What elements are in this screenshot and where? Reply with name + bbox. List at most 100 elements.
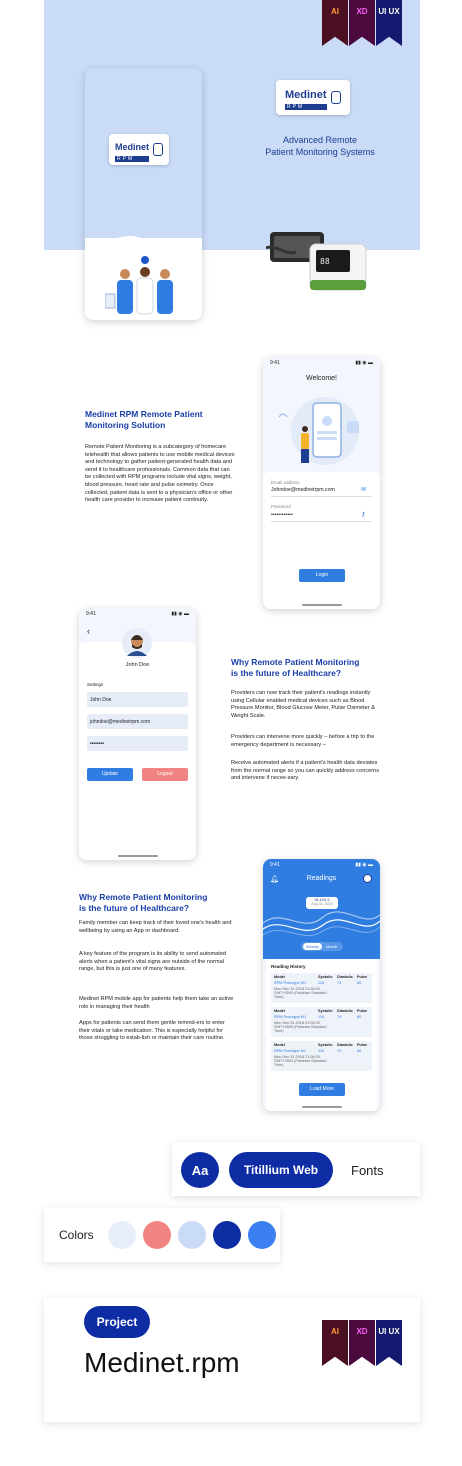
status-bar: 9:41 ▮▮ ◉ ▬ [263, 357, 380, 369]
tab-month[interactable]: Month [326, 944, 337, 949]
section3-heading: Why Remote Patient Monitoring is the fut… [79, 892, 249, 914]
table-row[interactable]: Model Systolic Diastolic Pulse RPM Proto… [271, 1007, 372, 1037]
splash-screen-phone: Medinet RPM [85, 68, 202, 320]
status-time: 9:41 [86, 611, 96, 617]
fonts-label: Fonts [351, 1163, 384, 1178]
col-diastolic: Diastolic [337, 1009, 353, 1013]
email-field[interactable]: Johndoe@medinetrpm.com [271, 487, 335, 493]
section2-heading-l2: is the future of Healthcare? [231, 668, 342, 678]
update-button[interactable]: Update [87, 768, 133, 781]
status-icons: ▮▮ ◉ ▬ [171, 611, 189, 617]
section3-p3: Medinet RPM mobile app for patients help… [79, 996, 234, 1010]
swatch-navy [213, 1221, 241, 1249]
profile-screen-phone: 9:41 ▮▮ ◉ ▬ ‹ John Doe Settings John Doe… [79, 608, 196, 860]
font-name-pill: Titillium Web [229, 1152, 333, 1188]
logo-name: Medinet [115, 142, 150, 152]
row-date: Mon Dec 31 2018 21:08:00 GMT+0500 (Pakis… [274, 987, 327, 999]
status-icons: ▮▮ ◉ ▬ [355, 360, 373, 366]
section1-heading: Medinet RPM Remote Patient Monitoring So… [85, 409, 245, 431]
row-model: RPM Prototype M1 [274, 981, 307, 985]
home-indicator [301, 604, 342, 606]
hero-logo: Medinet RPM [276, 80, 350, 115]
section3-p2: A key feature of the program is its abil… [79, 951, 227, 973]
email-icon: ✉ [361, 487, 367, 493]
col-pulse: Pulse [357, 1043, 368, 1047]
ribbon-xd: XD [349, 0, 375, 46]
login-form: Email address Johndoe@medinetrpm.com ✉ P… [263, 472, 380, 609]
ribbon-xd: XD [349, 1320, 375, 1366]
tool-ribbons-bottom: AI XD UI UX [322, 1320, 402, 1366]
swatch-light [108, 1221, 136, 1249]
col-model: Model [274, 975, 285, 979]
settings-label: Settings [87, 682, 104, 687]
back-button[interactable]: ‹ [87, 626, 90, 636]
col-diastolic: Diastolic [337, 1043, 353, 1047]
hero-title-line2: Patient Monitoring Systems [265, 147, 375, 157]
section2-p2: Providers can intervene more quickly – b… [231, 734, 375, 748]
section2-heading-l1: Why Remote Patient Monitoring [231, 657, 360, 667]
col-systolic: Systolic [318, 1009, 333, 1013]
name-field[interactable]: John Doe [87, 692, 188, 707]
project-name: Medinet.rpm [84, 1347, 240, 1378]
load-more-button[interactable]: Load More [299, 1083, 345, 1096]
row-pulse: 80 [357, 1049, 362, 1053]
device-icon [153, 143, 164, 156]
row-model: RPM Prototype M1 [274, 1015, 307, 1019]
logout-button[interactable]: Logout [142, 768, 188, 781]
section2-p1: Providers can now track their patient's … [231, 690, 375, 719]
row-pulse: 80 [357, 1015, 362, 1019]
login-button[interactable]: Login [299, 569, 345, 582]
row-pulse: 80 [357, 981, 362, 985]
hero-device-icon [330, 91, 341, 104]
tab-weekly[interactable]: Weekly [303, 943, 323, 950]
col-pulse: Pulse [357, 1009, 368, 1013]
section3-heading-l2: is the future of Healthcare? [79, 903, 190, 913]
tool-ribbons-top: AI XD UI UX [322, 0, 402, 46]
tooltip-date: Aug 31, 2019 [311, 902, 333, 906]
hero-logo-name: Medinet [285, 89, 327, 101]
row-diastolic: 74 [337, 1049, 342, 1053]
col-model: Model [274, 1043, 285, 1047]
history-title: Reading History [271, 964, 306, 969]
period-tabs: Weekly Month [301, 942, 343, 951]
password-field[interactable]: •••••••••••• [271, 512, 293, 518]
password-field[interactable]: •••••••• [87, 736, 188, 751]
svg-text:88: 88 [320, 257, 330, 266]
row-diastolic: 74 [337, 1015, 342, 1019]
section3-p1: Family member can keep track of their lo… [79, 920, 232, 934]
password-label: Password [271, 504, 291, 509]
section1-body: Remote Patient Monitoring is a subcatego… [85, 444, 235, 504]
key-icon: ⚷ [361, 512, 366, 518]
reading-history-panel: Reading History Model Systolic Diastolic… [266, 959, 377, 1111]
hero-title: Advanced Remote Patient Monitoring Syste… [230, 134, 410, 158]
profile-card [79, 642, 196, 860]
logo-sub: RPM [115, 156, 150, 162]
row-systolic: 116 [318, 1049, 325, 1053]
col-systolic: Systolic [318, 975, 333, 979]
row-date: Mon Dec 31 2018 21:08:00 GMT+0500 (Pakis… [274, 1055, 327, 1067]
table-row[interactable]: Model Systolic Diastolic Pulse RPM Proto… [271, 1041, 372, 1071]
password-underline [271, 521, 372, 522]
section3-p4: Apps for patients can send them gentle r… [79, 1020, 225, 1042]
row-date: Mon Dec 31 2018 21:08:00 GMT+0500 (Pakis… [274, 1021, 327, 1033]
email-label: Email address [271, 480, 300, 485]
email-field[interactable]: johndoe@medinetrpm.com [87, 714, 188, 729]
col-diastolic: Diastolic [337, 975, 353, 979]
status-time: 9:41 [270, 360, 280, 366]
ribbon-uiux: UI UX [376, 0, 402, 46]
font-sample-aa: Aa [181, 1152, 219, 1188]
row-systolic: 116 [318, 1015, 325, 1019]
doctors-illustration [105, 256, 173, 315]
login-screen-phone: 9:41 ▮▮ ◉ ▬ Welcome! Email address Johnd… [263, 357, 380, 609]
readings-screen-phone: 9:41 ▮▮ ◉ ▬ 🔔︎ Readings 94.1/91.5 Aug 31… [263, 859, 380, 1111]
row-systolic: 116 [318, 981, 325, 985]
splash-logo: Medinet RPM [109, 134, 170, 165]
table-row[interactable]: Model Systolic Diastolic Pulse RPM Proto… [271, 973, 372, 1003]
home-indicator [301, 1106, 342, 1108]
col-model: Model [274, 1009, 285, 1013]
hero-logo-sub: RPM [285, 104, 327, 110]
avatar-icon[interactable] [363, 874, 372, 883]
readings-header: 9:41 ▮▮ ◉ ▬ 🔔︎ Readings 94.1/91.5 Aug 31… [263, 859, 380, 959]
colors-label: Colors [59, 1228, 94, 1242]
avatar [122, 628, 152, 658]
